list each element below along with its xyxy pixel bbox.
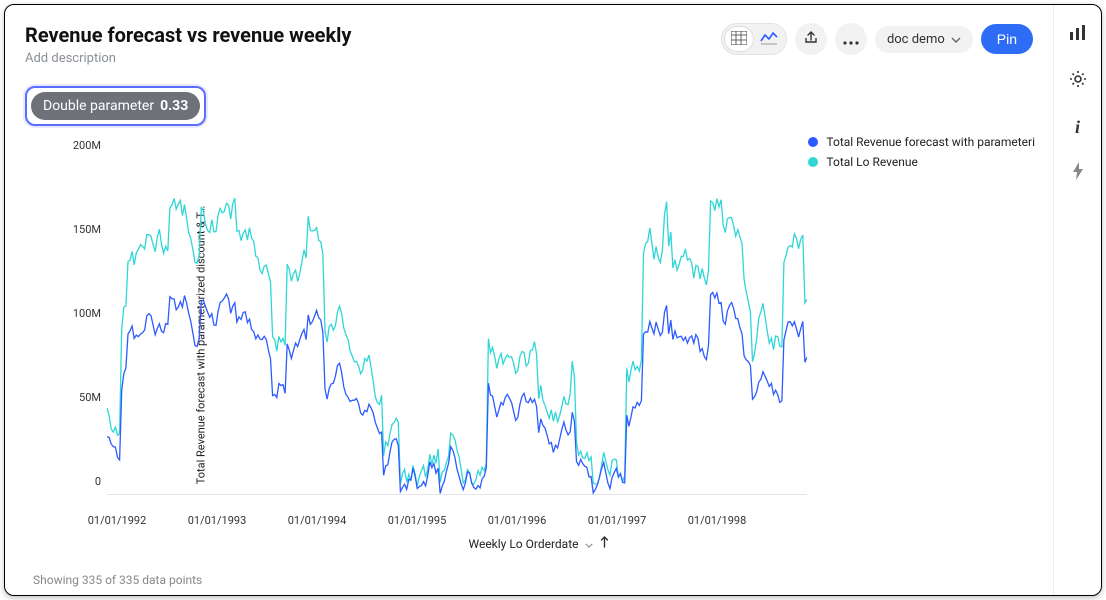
share-button[interactable]: [795, 23, 827, 55]
workspace-selector[interactable]: doc demo: [875, 26, 973, 53]
sidebar-info-button[interactable]: i: [1062, 111, 1094, 143]
chart-area: Total Revenue forecast with parameterize…: [25, 135, 1053, 555]
y-tick: 150M: [65, 223, 101, 236]
x-tick: 01/01/1995: [388, 514, 447, 527]
share-icon: [804, 30, 818, 49]
gear-icon: [1069, 70, 1087, 92]
sidebar-actions-button[interactable]: [1062, 157, 1094, 189]
bar-chart-icon: [1069, 25, 1087, 45]
chevron-down-icon: [951, 32, 961, 47]
right-sidebar: i: [1053, 5, 1101, 595]
lightning-icon: [1072, 162, 1084, 184]
x-tick: 01/01/1993: [188, 514, 247, 527]
legend-dot-icon: [808, 137, 818, 147]
more-horizontal-icon: [843, 30, 859, 49]
description-input[interactable]: Add description: [25, 51, 352, 66]
x-tick: 01/01/1992: [88, 514, 147, 527]
view-toggle: [721, 23, 787, 55]
info-icon: i: [1075, 117, 1080, 138]
x-tick: 01/01/1998: [688, 514, 747, 527]
parameter-highlight: Double parameter 0.33: [25, 86, 206, 126]
legend-dot-icon: [808, 157, 818, 167]
legend-item-forecast[interactable]: Total Revenue forecast with parameteri: [808, 135, 1035, 149]
chart-view-button[interactable]: [754, 26, 784, 52]
legend-item-revenue[interactable]: Total Lo Revenue: [808, 155, 1035, 169]
legend: Total Revenue forecast with parameteri T…: [808, 135, 1035, 175]
line-chart-icon: [760, 30, 778, 49]
y-tick: 50M: [65, 391, 101, 404]
y-tick: 0: [65, 475, 101, 488]
workspace-label: doc demo: [887, 32, 945, 47]
sidebar-chart-button[interactable]: [1062, 19, 1094, 51]
x-axis-control[interactable]: Weekly Lo Orderdate: [468, 536, 609, 551]
chart-plot[interactable]: [107, 145, 807, 495]
table-view-button[interactable]: [724, 26, 754, 52]
pin-button[interactable]: Pin: [981, 24, 1033, 54]
sort-asc-icon[interactable]: [600, 536, 610, 551]
y-tick: 200M: [65, 139, 101, 152]
x-tick: 01/01/1997: [588, 514, 647, 527]
x-axis-label: Weekly Lo Orderdate: [468, 537, 578, 551]
legend-label: Total Lo Revenue: [826, 155, 917, 169]
page-title: Revenue forecast vs revenue weekly: [25, 23, 352, 47]
y-tick: 100M: [65, 307, 101, 320]
x-tick: 01/01/1994: [288, 514, 347, 527]
x-tick: 01/01/1996: [488, 514, 547, 527]
parameter-value: 0.33: [160, 98, 188, 114]
chevron-down-icon: [585, 537, 594, 551]
parameter-chip[interactable]: Double parameter 0.33: [31, 92, 200, 120]
parameter-label: Double parameter: [43, 98, 154, 114]
data-points-status: Showing 335 of 335 data points: [33, 573, 202, 587]
sidebar-settings-button[interactable]: [1062, 65, 1094, 97]
table-icon: [731, 30, 747, 49]
legend-label: Total Revenue forecast with parameteri: [826, 135, 1035, 149]
more-options-button[interactable]: [835, 23, 867, 55]
